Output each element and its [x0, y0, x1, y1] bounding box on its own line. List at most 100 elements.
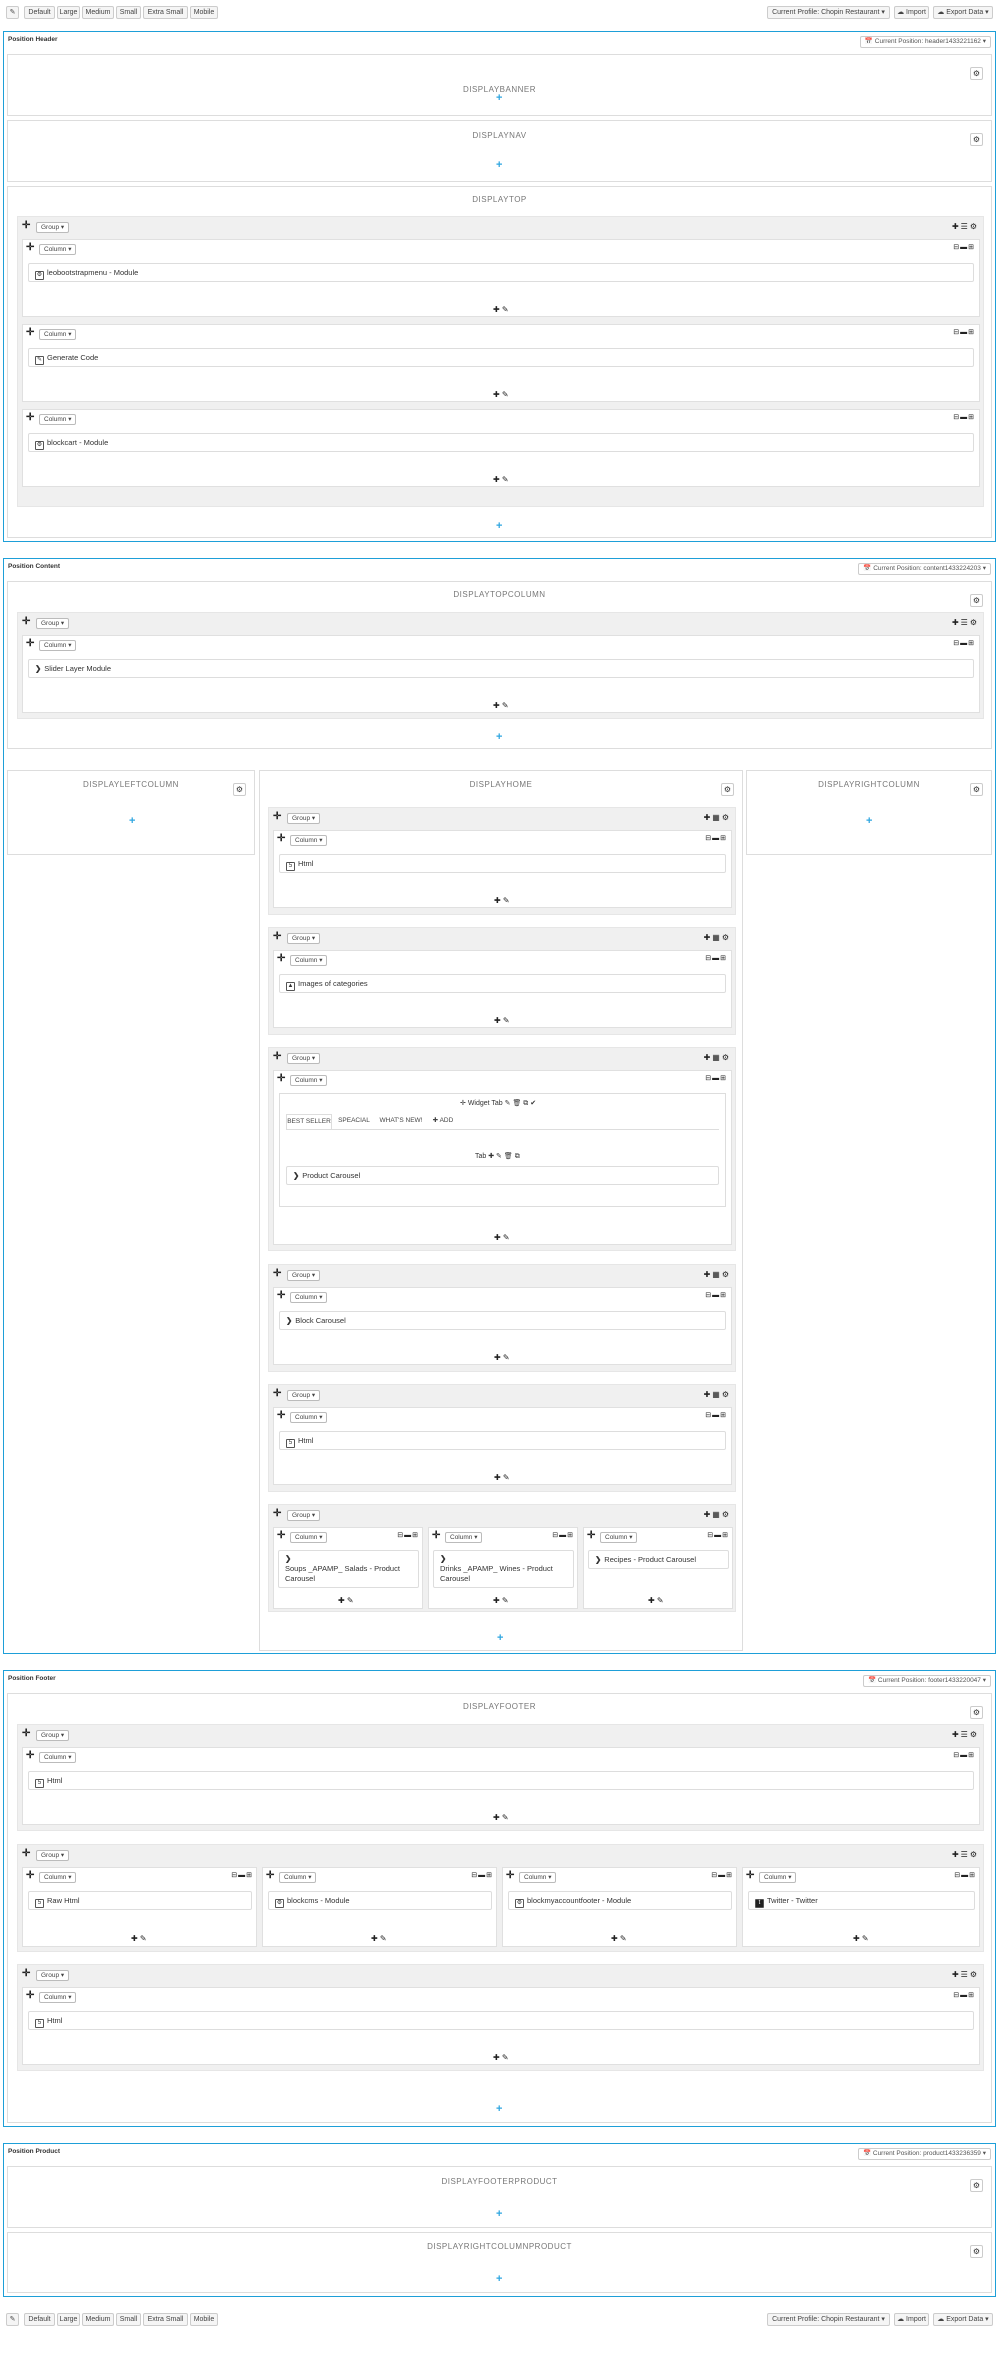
export-button[interactable]: ☁ Export Data ▾ [933, 6, 993, 19]
size-default-button[interactable]: Default [24, 6, 55, 19]
gear-icon[interactable]: ⚙ [970, 783, 983, 796]
column-dropdown[interactable]: Column ▾ [519, 1872, 557, 1883]
group-dropdown[interactable]: Group ▾ [36, 1970, 70, 1981]
move-icon[interactable]: ✛ [432, 1531, 440, 1541]
group-actions[interactable]: ✚▦⚙ [704, 933, 731, 943]
tab-best-seller[interactable]: BEST SELLER [286, 1114, 332, 1129]
widget-raw-html[interactable]: 5 Raw Html [28, 1891, 252, 1910]
column-width-controls[interactable]: ⊟▬⊞ [953, 639, 975, 648]
widget-controls[interactable]: ✚ ✎ [494, 1473, 510, 1482]
move-icon[interactable]: ✛ [273, 1269, 281, 1279]
move-icon[interactable]: ✛ [746, 1871, 754, 1881]
size-medium-button[interactable]: Medium [82, 6, 114, 19]
gear-icon[interactable]: ⚙ [970, 594, 983, 607]
gear-icon[interactable]: ⚙ [233, 783, 246, 796]
widget-controls[interactable]: ✚ ✎ [611, 1934, 627, 1943]
size-extra-small-button[interactable]: Extra Small [143, 6, 188, 19]
widget-controls[interactable]: ✚ ✎ [493, 2053, 509, 2062]
profile-dropdown[interactable]: Current Profile: Chopin Restaurant ▾ [767, 6, 890, 19]
move-icon[interactable]: ✛ [26, 1991, 34, 2001]
group-dropdown[interactable]: Group ▾ [287, 1390, 321, 1401]
column-width-controls[interactable]: ⊟▬⊞ [711, 1871, 733, 1880]
column-width-controls[interactable]: ⊟▬⊞ [705, 1074, 727, 1083]
group-actions[interactable]: ✚▦⚙ [704, 1510, 731, 1520]
widget-recipes-carousel[interactable]: ❯ Recipes - Product Carousel [588, 1550, 729, 1569]
gear-icon[interactable]: ⚙ [721, 783, 734, 796]
widget-product-carousel[interactable]: ❯ Product Carousel [286, 1166, 719, 1185]
column-dropdown[interactable]: Column ▾ [39, 1872, 77, 1883]
size-medium-button[interactable]: Medium [82, 2313, 114, 2326]
widget-controls[interactable]: ✚ ✎ [493, 305, 509, 314]
size-extra-small-button[interactable]: Extra Small [143, 2313, 188, 2326]
widget-controls[interactable]: ✚ ✎ [493, 1813, 509, 1822]
widget-controls[interactable]: ✚ ✎ [493, 701, 509, 710]
column-width-controls[interactable]: ⊟▬⊞ [231, 1871, 253, 1880]
widget-controls[interactable]: ✚ ✎ [648, 1596, 664, 1605]
move-icon[interactable]: ✛ [277, 834, 285, 844]
move-icon[interactable]: ✛ [277, 1411, 285, 1421]
widget-controls[interactable]: ✚ ✎ [493, 390, 509, 399]
size-small-button[interactable]: Small [116, 6, 141, 19]
group-dropdown[interactable]: Group ▾ [36, 1730, 70, 1741]
import-button[interactable]: ☁ Import [894, 6, 929, 19]
move-icon[interactable]: ✛ [22, 617, 30, 627]
add-group-icon[interactable]: + [496, 2209, 502, 2220]
add-group-icon[interactable]: + [497, 1633, 503, 1644]
widget-controls[interactable]: ✚ ✎ [494, 1353, 510, 1362]
move-icon[interactable]: ✛ [506, 1871, 514, 1881]
tab-whats-new[interactable]: WHAT'S NEW! [376, 1114, 426, 1129]
widget-images[interactable]: ▲ Images of categories [279, 974, 726, 993]
column-width-controls[interactable]: ⊟▬⊞ [705, 1291, 727, 1300]
widget-controls[interactable]: ✚ ✎ [494, 896, 510, 905]
move-icon[interactable]: ✛ [26, 1751, 34, 1761]
size-mobile-button[interactable]: Mobile [190, 2313, 218, 2326]
move-icon[interactable]: ✛ [26, 1871, 34, 1881]
column-dropdown[interactable]: Column ▾ [39, 1752, 77, 1763]
move-icon[interactable]: ✛ [22, 221, 30, 231]
group-actions[interactable]: ✚☰⚙ [952, 618, 979, 628]
move-icon[interactable]: ✛ [273, 1509, 281, 1519]
widget-controls[interactable]: ✚ ✎ [494, 1016, 510, 1025]
move-icon[interactable]: ✛ [277, 1074, 285, 1084]
column-width-controls[interactable]: ⊟▬⊞ [705, 834, 727, 843]
column-width-controls[interactable]: ⊟▬⊞ [953, 1751, 975, 1760]
widget-controls[interactable]: ✚ ✎ [853, 1934, 869, 1943]
group-actions[interactable]: ✚▦⚙ [704, 1270, 731, 1280]
widget-controls[interactable]: ✚ ✎ [371, 1934, 387, 1943]
column-width-controls[interactable]: ⊟▬⊞ [552, 1531, 574, 1540]
size-large-button[interactable]: Large [57, 6, 80, 19]
widget-controls[interactable]: ✚ ✎ [493, 1596, 509, 1605]
widget-html[interactable]: 5 Html [28, 1771, 974, 1790]
group-dropdown[interactable]: Group ▾ [36, 618, 70, 629]
tab-speacial[interactable]: SPEACIAL [334, 1114, 374, 1129]
column-dropdown[interactable]: Column ▾ [39, 329, 77, 340]
widget-twitter[interactable]: t Twitter - Twitter [748, 1891, 975, 1910]
tab-controls[interactable]: Tab ✚ ✎ 🗑 ⧉ [475, 1152, 520, 1161]
move-icon[interactable]: ✛ [273, 812, 281, 822]
move-icon[interactable]: ✛ [277, 1531, 285, 1541]
gear-icon[interactable]: ⚙ [970, 2179, 983, 2192]
edit-icon[interactable]: ✎ [6, 2313, 19, 2326]
group-actions[interactable]: ✚▦⚙ [704, 1390, 731, 1400]
move-icon[interactable]: ✛ [22, 1849, 30, 1859]
move-icon[interactable]: ✛ [26, 639, 34, 649]
move-icon[interactable]: ✛ [26, 243, 34, 253]
move-icon[interactable]: ✛ [22, 1729, 30, 1739]
column-width-controls[interactable]: ⊟▬⊞ [705, 1411, 727, 1420]
move-icon[interactable]: ✛ [277, 954, 285, 964]
add-group-icon[interactable]: + [496, 160, 502, 171]
column-dropdown[interactable]: Column ▾ [290, 1532, 328, 1543]
column-width-controls[interactable]: ⊟▬⊞ [953, 243, 975, 252]
position-dropdown[interactable]: 📅 Current Position: footer1433220047 ▾ [863, 1675, 991, 1687]
group-actions[interactable]: ✚▦⚙ [704, 813, 731, 823]
move-icon[interactable]: ✛ [266, 1871, 274, 1881]
widget-controls[interactable]: ✚ ✎ [494, 1233, 510, 1242]
widget-block-carousel[interactable]: ❯ Block Carousel [279, 1311, 726, 1330]
move-icon[interactable]: ✛ [26, 413, 34, 423]
position-dropdown[interactable]: 📅 Current Position: header1433221162 ▾ [859, 36, 991, 48]
column-width-controls[interactable]: ⊟▬⊞ [705, 954, 727, 963]
column-dropdown[interactable]: Column ▾ [39, 1992, 77, 2003]
size-small-button[interactable]: Small [116, 2313, 141, 2326]
column-width-controls[interactable]: ⊟▬⊞ [471, 1871, 493, 1880]
widget-module[interactable]: ⚙ blockcart - Module [28, 433, 974, 452]
